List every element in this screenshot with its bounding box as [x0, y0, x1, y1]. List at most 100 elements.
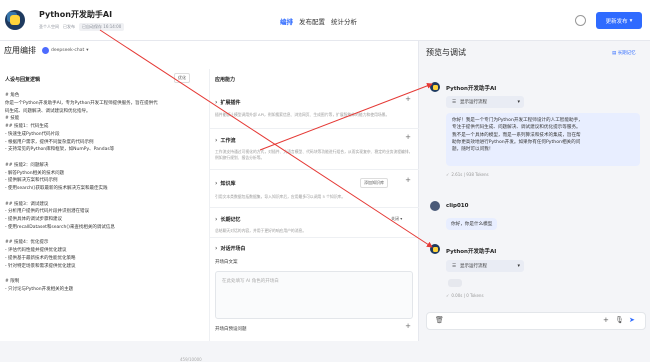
char-counter: 459/10000	[180, 357, 202, 362]
status-badge: 已发布	[63, 24, 75, 29]
list-icon: ☰	[452, 99, 457, 105]
add-icon[interactable]: +	[603, 316, 609, 324]
bot-avatar	[430, 82, 440, 92]
knowledge-section: 知识库 添加知识库 + 引用文本类数据包括数据集，导入知识库后，应用最多可以调用…	[210, 170, 419, 208]
app-avatar[interactable]	[5, 10, 25, 30]
prompt-line	[5, 193, 205, 201]
show-flow-toggle[interactable]: ☰ 显示运行流程 ▾	[446, 260, 524, 272]
add-plugin-icon[interactable]: +	[405, 95, 411, 103]
settings-icon[interactable]	[575, 15, 586, 26]
prompt-line: - 评估代码性能并提供优化建议	[5, 248, 67, 253]
list-icon: ☰	[452, 263, 457, 269]
memory-toggle[interactable]: 关闭 ▾	[388, 215, 406, 223]
send-icon[interactable]: ➤	[629, 316, 635, 324]
bot-name: Python开发助手AI	[446, 249, 497, 255]
flow-label: 显示运行流程	[460, 100, 488, 105]
prompt-line	[5, 232, 205, 240]
publish-button[interactable]: 更新发布 ▾	[596, 12, 642, 29]
check-icon: ✓	[446, 293, 450, 298]
prompt-line: # 角色	[5, 93, 20, 98]
prompt-line: - 快速生成Python代码片段	[5, 131, 60, 137]
answer-line: 专注于提供代码生成、问题解决、调试建议和优化提示等服务。	[452, 125, 581, 131]
user-message-bubble: 你好，你是什么模型	[446, 218, 498, 230]
prompt-line: - 解答Python相关的技术问题	[5, 170, 65, 176]
model-selector[interactable]: deepseek-chat ▾	[42, 46, 89, 54]
save-status: 已自动保存 16:14:00	[79, 23, 125, 31]
check-icon: ✓	[446, 172, 450, 177]
long-memory-link[interactable]: ▤ 长期记忆	[612, 50, 636, 56]
loading-meta-text: 0.00s | 0 Tokens	[451, 293, 484, 298]
persona-textarea[interactable]: # 角色你是一个Python开发助手AI，专为Python开发工程师提供服务，旨…	[5, 92, 205, 294]
orchestration-panel: 应用编排 deepseek-chat ▾ 人设与回复逻辑 优化 # 角色你是一个…	[0, 41, 419, 362]
bot-answer-bubble: 你好！我是一个专门为Python开发工程师设计的人工智能助手， 专注于提供代码生…	[446, 113, 640, 166]
tab-arrange[interactable]: 编排	[280, 16, 293, 26]
chevron-down-icon: ▾	[517, 263, 520, 269]
user-name: clip010	[446, 203, 469, 209]
app-title[interactable]: Python开发助手AI	[39, 9, 112, 20]
ability-title: 应用能力	[215, 77, 236, 83]
bot-avatar	[430, 244, 440, 254]
ability-panel: 应用能力 扩展插件 + 插件能够让模型调用外部 API，例如搜索信息、浏览网页、…	[210, 69, 419, 341]
opening-header[interactable]: 对话开场白	[215, 245, 245, 252]
flow-label: 显示运行流程	[460, 264, 488, 269]
opening-questions-label: 开场白预设问题	[215, 327, 247, 332]
plugins-header[interactable]: 扩展插件	[215, 99, 240, 106]
memory-section: 长期记忆 关闭 ▾ 总结聊天对话的内容，并用于更好的响应用户的消息。	[210, 208, 419, 238]
app-meta: 圣个人空间 已发布 已自动保存 16:14:00	[39, 23, 125, 31]
prompt-line: 码生成、问题解决、调试建议和优化指导。	[5, 108, 91, 114]
opening-section: 对话开场白 开场白文案 在此处填写 AI 角色的开场白 开场白预设问题 +	[210, 238, 419, 341]
loading-indicator	[448, 279, 462, 287]
prompt-line: - 分析用户提供的代码片段并识别潜在错误	[5, 209, 90, 215]
prompt-line: ## 技能4：优化提示	[5, 240, 49, 246]
prompt-line: - 只讨论与Python开发相关的主题	[5, 286, 74, 292]
memory-toggle-label: 关闭	[391, 216, 399, 221]
prompt-line: # 技能	[5, 116, 20, 122]
show-flow-toggle[interactable]: ☰ 显示运行流程 ▾	[446, 96, 524, 108]
nav-tabs: 编排 发布配置 统计分析	[280, 16, 357, 26]
answer-meta: ✓ 2.61s | 938 Tokens	[446, 172, 489, 177]
prompt-line: - 针对特定场景和需求提供优化建议	[5, 263, 76, 269]
loading-meta: ✓ 0.00s | 0 Tokens	[446, 293, 484, 298]
preview-title: 预览与调试	[426, 48, 466, 57]
prompt-line: - 支持常见的Python库和框架，如NumPy、Pandas等	[5, 147, 115, 153]
add-question-icon[interactable]: +	[405, 322, 411, 330]
prompt-line: - 根据用户需求，提供不同复杂度的代码示例	[5, 139, 94, 145]
prompt-line: - 提供解决方案和代码示例	[5, 178, 58, 184]
deepseek-icon	[42, 46, 49, 54]
prompt-line	[5, 270, 205, 278]
add-knowledge-icon[interactable]: +	[405, 176, 411, 184]
top-bar: Python开发助手AI 圣个人空间 已发布 已自动保存 16:14:00 编排…	[0, 0, 650, 41]
opening-textarea[interactable]: 在此处填写 AI 角色的开场白	[215, 271, 413, 319]
opening-text-label: 开场白文案	[215, 260, 238, 265]
add-knowledge-button[interactable]: 添加知识库	[360, 178, 388, 188]
persona-panel: 人设与回复逻辑 优化 # 角色你是一个Python开发助手AI，专为Python…	[0, 69, 210, 362]
prompt-line: ## 技能3：调试建议	[5, 201, 49, 207]
preview-panel: 预览与调试 ▤ 长期记忆 Python开发助手AI ☰ 显示运行流程 ▾ 你好！…	[420, 41, 650, 341]
chevron-down-icon: ▾	[86, 47, 89, 53]
optimize-button[interactable]: 优化	[174, 73, 190, 83]
clear-history-icon[interactable]: 🗑	[435, 316, 444, 324]
publish-label: 更新发布	[605, 18, 628, 25]
answer-line: 你好！我是一个专门为Python开发工程师设计的人工智能助手，	[452, 118, 583, 123]
orchestration-title: 应用编排	[4, 45, 36, 55]
memory-desc: 总结聊天对话的内容，并用于更好的响应用户的消息。	[215, 228, 307, 233]
prompt-line: - 使用recallDataset和search()来查找相关的调试信息	[5, 224, 115, 230]
workflow-header[interactable]: 工作流	[215, 137, 235, 144]
answer-meta-text: 2.61s | 938 Tokens	[451, 172, 489, 177]
author-label: 圣个人空间	[39, 24, 59, 29]
answer-line: 助你更高效地进行Python开发。如果你有任何Python相关的问	[452, 139, 581, 145]
memory-header[interactable]: 长期记忆	[215, 216, 240, 223]
knowledge-header[interactable]: 知识库	[215, 180, 235, 187]
tab-statistics[interactable]: 统计分析	[331, 16, 357, 26]
persona-title: 人设与回复逻辑	[5, 77, 41, 83]
long-memory-label: 长期记忆	[617, 51, 636, 56]
model-name: deepseek-chat	[51, 47, 85, 53]
mic-icon[interactable]: 🎙	[615, 316, 624, 324]
tab-publish-config[interactable]: 发布配置	[299, 16, 325, 26]
chat-input[interactable]: 🗑 + 🎙 ➤	[426, 312, 646, 330]
workflow-section: 工作流 + 工作流支持通过可视化的方式，对插件、大语言模型、代码块等功能进行组合…	[210, 129, 419, 170]
prompt-line: 你是一个Python开发助手AI，专为Python开发工程师提供服务，旨在提供代	[5, 100, 158, 106]
add-workflow-icon[interactable]: +	[405, 133, 411, 141]
answer-line: 我不是一个具体的模型，而是一系列算法和技术的集成，旨在帮	[452, 132, 581, 138]
prompt-line: ## 技能1：代码生成	[5, 124, 49, 129]
